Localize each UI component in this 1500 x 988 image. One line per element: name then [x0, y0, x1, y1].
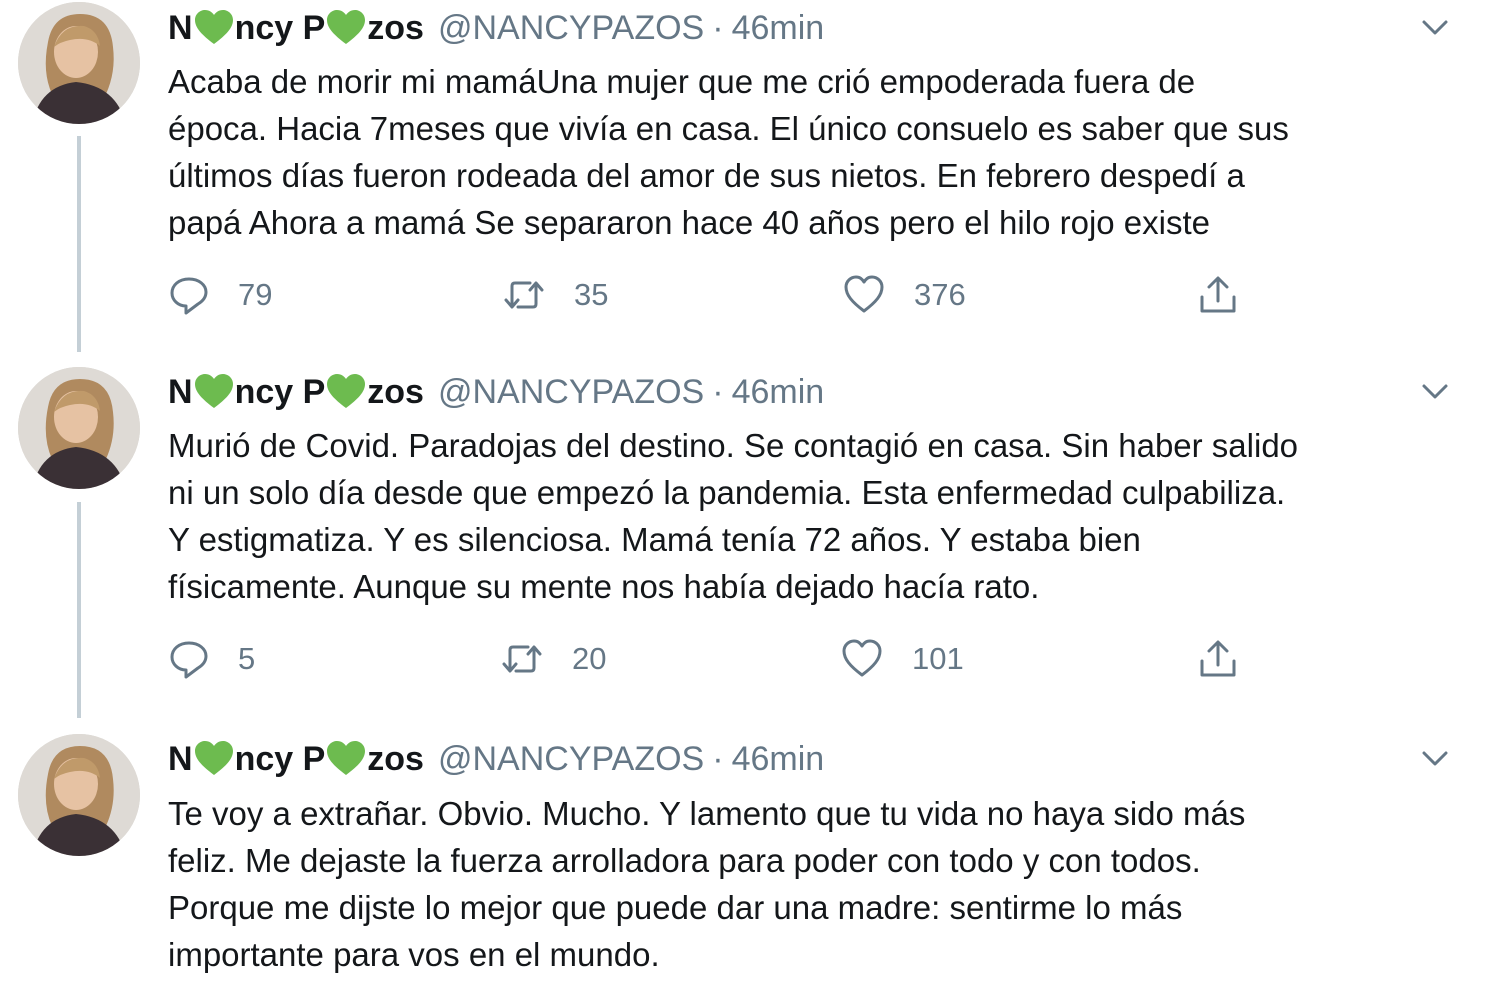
separator-dot: · [712, 740, 724, 778]
user-handle[interactable]: @NANCYPAZOS [438, 3, 704, 53]
tweet-text: Te voy a extrañar. Obvio. Mucho. Y lamen… [168, 790, 1468, 978]
like-count: 101 [912, 641, 964, 676]
retweet-icon [502, 274, 574, 316]
avatar[interactable] [18, 734, 140, 856]
tweet-text-line: época. Hacia 7meses que vivía en casa. E… [168, 110, 1289, 147]
heart-icon [842, 274, 914, 316]
share-button[interactable] [1196, 270, 1268, 320]
share-button[interactable] [1196, 634, 1268, 684]
tweet-text-line: importante para vos en el mundo. [168, 936, 660, 973]
reply-count: 5 [238, 641, 256, 676]
like-button[interactable]: 101 [840, 634, 964, 684]
timestamp[interactable]: 46min [732, 367, 825, 417]
tweet-text-line: ni un solo día desde que empezó la pande… [168, 474, 1286, 511]
display-name[interactable]: ncy P [235, 3, 326, 53]
reply-icon [168, 274, 238, 316]
green-heart-icon [194, 10, 234, 46]
retweet-count: 20 [572, 641, 607, 676]
tweet-text-line: Y estigmatiza. Y es silenciosa. Mamá ten… [168, 521, 1141, 558]
tweet-text-line: Murió de Covid. Paradojas del destino. S… [168, 427, 1299, 464]
tweet-actions: 79 35 376 [168, 270, 1268, 320]
user-handle[interactable]: @NANCYPAZOS [438, 734, 704, 784]
reply-icon [168, 638, 238, 680]
chevron-down-icon[interactable] [1418, 374, 1452, 408]
green-heart-icon [194, 374, 234, 410]
green-heart-icon [194, 741, 234, 777]
chevron-down-icon[interactable] [1418, 741, 1452, 775]
display-name[interactable]: ncy P [235, 367, 326, 417]
user-handle[interactable]: @NANCYPAZOS [438, 367, 704, 417]
display-name[interactable]: zos [367, 3, 424, 53]
tweet-text-line: papá Ahora a mamá Se separaron hace 40 a… [168, 204, 1210, 241]
tweet-text: Murió de Covid. Paradojas del destino. S… [168, 422, 1468, 610]
green-heart-icon [326, 374, 366, 410]
reply-count: 79 [238, 277, 273, 312]
timestamp[interactable]: 46min [732, 3, 825, 53]
chevron-down-icon[interactable] [1418, 10, 1452, 44]
display-name[interactable]: N [168, 367, 193, 417]
retweet-button[interactable]: 35 [502, 270, 608, 320]
separator-dot: · [712, 373, 724, 411]
display-name[interactable]: ncy P [235, 734, 326, 784]
tweet-header: N ncy P zos @NANCYPAZOS · 46min [168, 367, 824, 417]
display-name[interactable]: zos [367, 734, 424, 784]
share-icon [1196, 273, 1268, 317]
green-heart-icon [326, 10, 366, 46]
avatar[interactable] [18, 2, 140, 124]
reply-button[interactable]: 79 [168, 270, 272, 320]
like-count: 376 [914, 277, 966, 312]
share-icon [1196, 637, 1268, 681]
like-button[interactable]: 376 [842, 270, 966, 320]
green-heart-icon [326, 741, 366, 777]
tweet-actions: 5 20 101 [168, 634, 1268, 684]
display-name[interactable]: N [168, 734, 193, 784]
heart-icon [840, 638, 912, 680]
display-name[interactable]: zos [367, 367, 424, 417]
retweet-count: 35 [574, 277, 609, 312]
display-name[interactable]: N [168, 3, 193, 53]
retweet-button[interactable]: 20 [500, 634, 606, 684]
tweet-text-line: Te voy a extrañar. Obvio. Mucho. Y lamen… [168, 795, 1246, 832]
tweet-text-line: Porque me dijste lo mejor que puede dar … [168, 889, 1183, 926]
separator-dot: · [712, 9, 724, 47]
tweet-text: Acaba de morir mi mamáUna mujer que me c… [168, 58, 1468, 246]
thread-line [77, 136, 81, 352]
tweet-text-line: físicamente. Aunque su mente nos había d… [168, 568, 1040, 605]
reply-button[interactable]: 5 [168, 634, 255, 684]
retweet-icon [500, 638, 572, 680]
tweet-text-line: Acaba de morir mi mamáUna mujer que me c… [168, 63, 1196, 100]
tweet-text-line: feliz. Me dejaste la fuerza arrolladora … [168, 842, 1201, 879]
thread-line [77, 502, 81, 718]
timestamp[interactable]: 46min [732, 734, 825, 784]
tweet-header: N ncy P zos @NANCYPAZOS · 46min [168, 734, 824, 784]
avatar[interactable] [18, 367, 140, 489]
tweet-text-line: últimos días fueron rodeada del amor de … [168, 157, 1245, 194]
tweet-header: N ncy P zos @NANCYPAZOS · 46min [168, 3, 824, 53]
